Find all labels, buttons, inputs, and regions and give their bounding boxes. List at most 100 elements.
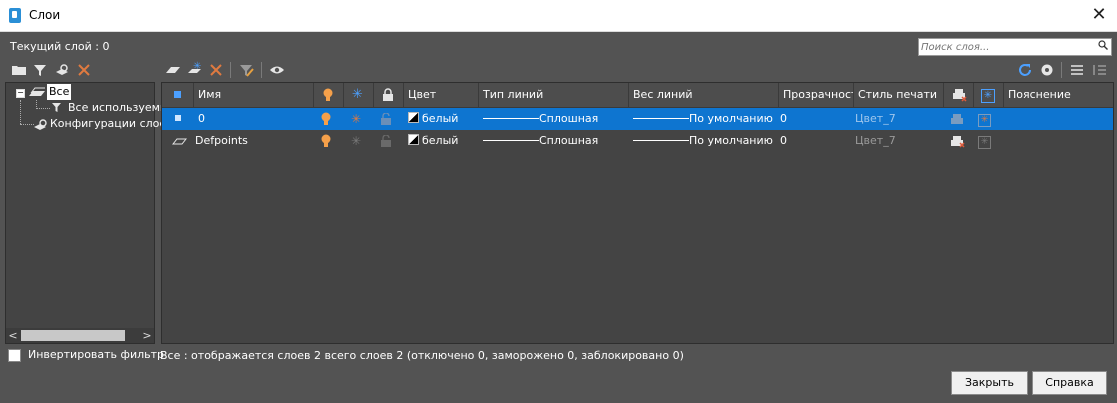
status-summary: Все : отображается слоев 2 всего слоев 2…: [160, 349, 684, 362]
set-current-icon[interactable]: [238, 62, 254, 78]
delete-filter-icon[interactable]: [76, 62, 92, 78]
plotstyle-cell: Цвет_7: [855, 112, 896, 125]
on-toggle[interactable]: [320, 130, 340, 152]
status-icon: [174, 91, 181, 98]
filter-tree-pane: − Все Все используемые Конфигурации слое…: [5, 82, 175, 344]
lineweight-cell[interactable]: По умолчанию: [633, 108, 779, 130]
color-column-header[interactable]: Цвет: [404, 83, 479, 107]
vp-freeze-toggle[interactable]: ✳: [978, 130, 998, 152]
new-layer-vp-frozen-icon[interactable]: ✳: [187, 60, 203, 76]
lock-icon: [383, 88, 393, 101]
name-column-header[interactable]: Имя: [194, 83, 314, 107]
color-cell[interactable]: белый: [408, 108, 478, 130]
scroll-thumb[interactable]: [21, 330, 125, 341]
linetype-column-header[interactable]: Тип линий: [479, 83, 629, 107]
refresh-icon[interactable]: [1017, 62, 1033, 78]
grid-header: Имя ✳ Цвет Тип линий Вес линий Прозрачно…: [162, 83, 1113, 108]
unlock-icon: [381, 134, 391, 147]
lineweight-value: По умолчанию: [689, 112, 773, 125]
printer-icon: [951, 136, 965, 148]
transparency-cell[interactable]: 0: [780, 130, 850, 152]
new-property-filter-icon[interactable]: [11, 62, 27, 78]
tree-item-all[interactable]: Все: [47, 84, 72, 100]
search-input[interactable]: [921, 39, 1091, 55]
on-column-header[interactable]: [314, 83, 344, 107]
lightbulb-on-icon: [321, 134, 331, 147]
lineweight-sample: [633, 140, 689, 141]
list-view-icon[interactable]: [1069, 62, 1085, 78]
status-cell: [162, 108, 194, 130]
linetype-cell[interactable]: Сплошная: [483, 130, 629, 152]
checkbox-box[interactable]: [8, 349, 21, 362]
color-value: белый: [422, 112, 459, 125]
lock-toggle[interactable]: [380, 130, 400, 152]
horizontal-scrollbar[interactable]: < >: [6, 328, 154, 343]
scroll-left-icon[interactable]: <: [6, 328, 20, 343]
on-toggle[interactable]: [320, 108, 340, 130]
vp-freeze-icon: ✳: [978, 136, 991, 149]
vp-freeze-toggle[interactable]: ✳: [978, 108, 998, 130]
close-window-button[interactable]: ✕: [1087, 3, 1111, 27]
current-layer-label: Текущий слой : 0: [10, 40, 110, 53]
lock-toggle[interactable]: [380, 108, 400, 130]
close-button[interactable]: Закрыть: [951, 371, 1028, 395]
lineweight-column-header[interactable]: Вес линий: [629, 83, 779, 107]
title-bar: Слои ✕: [0, 0, 1117, 32]
toolbar-separator: [1061, 62, 1062, 78]
plot-column-header[interactable]: [944, 83, 974, 107]
toolbar-separator: [230, 62, 231, 78]
tree-item-all-used[interactable]: Все используемые: [68, 101, 175, 114]
sun-icon: ✳: [352, 87, 363, 102]
lineweight-value: По умолчанию: [689, 134, 773, 147]
scroll-right-icon[interactable]: >: [140, 328, 154, 343]
new-vp-freeze-column-header[interactable]: ✳: [974, 83, 1004, 107]
status-column-header[interactable]: [162, 83, 194, 107]
search-box[interactable]: [918, 38, 1112, 56]
layer-states-icon[interactable]: [54, 62, 70, 78]
new-layer-icon[interactable]: [165, 62, 181, 78]
plotstyle-column-header[interactable]: Стиль печати: [854, 83, 944, 107]
freeze-toggle[interactable]: ✳: [351, 108, 371, 130]
layers-stack-icon: [29, 87, 45, 96]
help-button[interactable]: Справка: [1032, 371, 1107, 395]
tree-line: [36, 108, 50, 110]
sun-icon: ✳: [351, 134, 362, 148]
filter-icon: [52, 103, 61, 112]
lightbulb-on-icon: [321, 112, 331, 125]
freeze-toggle[interactable]: ✳: [351, 130, 371, 152]
lightbulb-icon: [323, 88, 333, 101]
freeze-column-header[interactable]: ✳: [344, 83, 374, 107]
sun-icon: ✳: [351, 112, 362, 126]
layer-status-icon: [175, 115, 181, 121]
transparency-cell[interactable]: 0: [780, 108, 850, 130]
delete-layer-icon[interactable]: [208, 62, 224, 78]
color-cell[interactable]: белый: [408, 130, 478, 152]
settings-gear-icon[interactable]: [1039, 62, 1055, 78]
description-column-header[interactable]: Пояснение: [1004, 83, 1113, 107]
plot-toggle[interactable]: [950, 108, 970, 130]
linetype-value: Сплошная: [539, 112, 599, 125]
layer-states-icon: [34, 119, 47, 130]
lineweight-cell[interactable]: По умолчанию: [633, 130, 779, 152]
app-icon: [9, 8, 21, 23]
plot-toggle[interactable]: [950, 130, 970, 152]
printer-icon: [951, 114, 963, 124]
linetype-cell[interactable]: Сплошная: [483, 108, 629, 130]
layer-status-icon: [171, 138, 188, 145]
table-row[interactable]: Defpoints ✳ белый Сплошная По умолчанию …: [162, 130, 1113, 152]
detail-view-icon[interactable]: [1092, 62, 1108, 78]
tree-item-configs[interactable]: Конфигурации слоев: [50, 117, 173, 130]
dialog-body: Текущий слой : 0 ✳ − Все: [0, 32, 1117, 403]
layer-name[interactable]: Defpoints: [195, 130, 314, 152]
tree-line: [20, 100, 22, 124]
eye-icon[interactable]: [269, 62, 285, 78]
lineweight-sample: [633, 118, 689, 119]
printer-icon: [953, 89, 967, 102]
collapse-toggle[interactable]: −: [16, 89, 25, 98]
color-value: белый: [422, 134, 459, 147]
layer-name[interactable]: 0: [198, 108, 314, 130]
lock-column-header[interactable]: [374, 83, 404, 107]
table-row[interactable]: 0 ✳ белый Сплошная По умолчанию 0 Цвет_7…: [162, 108, 1113, 130]
filter-icon[interactable]: [32, 62, 48, 78]
transparency-column-header[interactable]: Прозрачность: [779, 83, 854, 107]
